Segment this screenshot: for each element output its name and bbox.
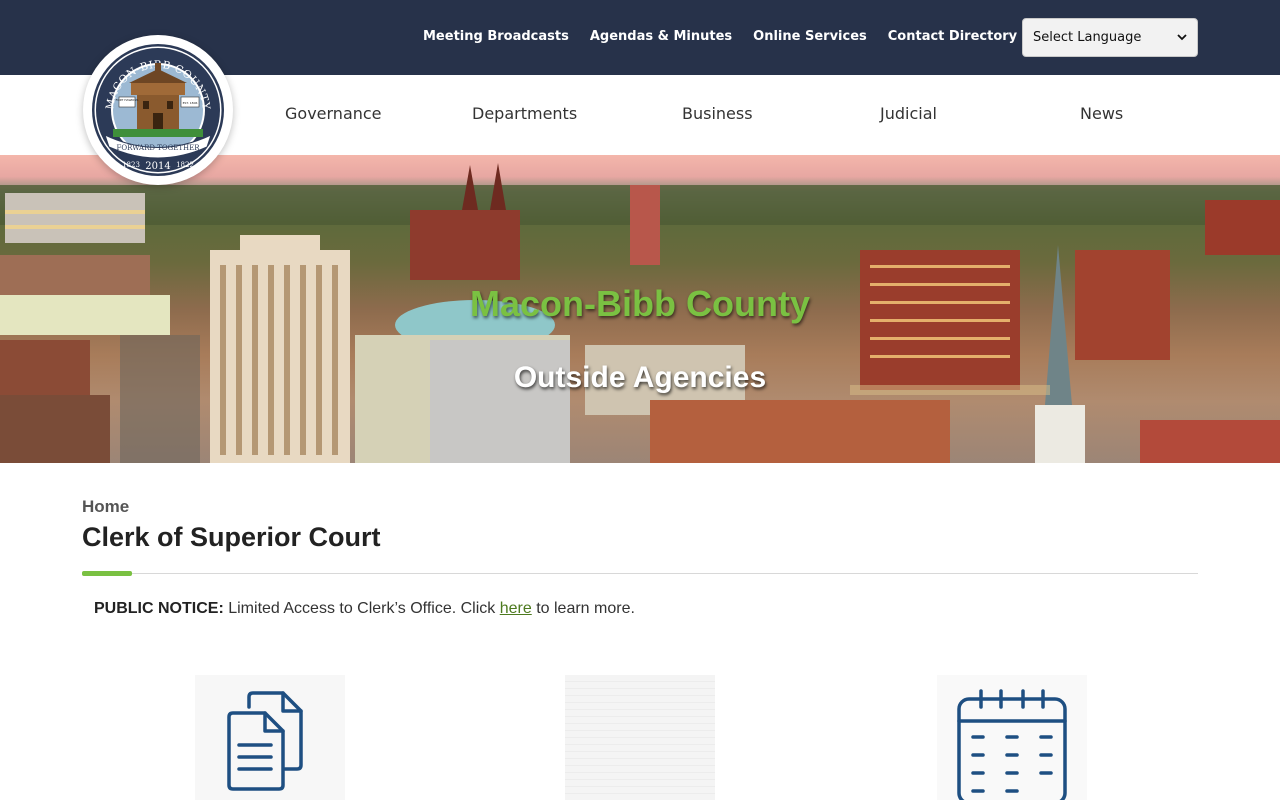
- seal-year-center: 2014: [145, 161, 170, 172]
- hero-banner: Macon-Bibb County Outside Agencies: [0, 155, 1280, 463]
- seal-sign-right: EST. 1806: [183, 101, 198, 105]
- meeting-broadcasts-link[interactable]: Meeting Broadcasts: [423, 29, 569, 44]
- hero-subtitle: Outside Agencies: [513, 361, 767, 394]
- documents-card[interactable]: [195, 675, 345, 800]
- seal-year-right: 1822: [176, 161, 194, 169]
- placeholder-image: [565, 675, 715, 800]
- utility-nav: Meeting Broadcasts Agendas & Minutes Onl…: [423, 29, 1038, 44]
- chevron-down-icon: [1177, 30, 1187, 45]
- nav-news[interactable]: News: [1080, 104, 1123, 123]
- nav-governance[interactable]: Governance: [285, 104, 382, 123]
- language-select-value: Select Language: [1033, 30, 1142, 45]
- nav-judicial[interactable]: Judicial: [880, 104, 937, 123]
- breadcrumb-home[interactable]: Home: [82, 497, 129, 517]
- seal-year-left: 1823: [122, 161, 140, 169]
- notice-here-link[interactable]: here: [500, 600, 532, 617]
- placeholder-card[interactable]: [565, 675, 715, 800]
- nav-business[interactable]: Business: [682, 104, 753, 123]
- documents-icon: [227, 691, 303, 791]
- public-notice: PUBLIC NOTICE: Limited Access to Clerk’s…: [94, 600, 635, 618]
- calendar-card[interactable]: [937, 675, 1087, 805]
- language-select[interactable]: Select Language: [1022, 18, 1198, 57]
- notice-text: Limited Access to Clerk’s Office. Click: [223, 600, 500, 617]
- notice-label: PUBLIC NOTICE:: [94, 600, 224, 617]
- hero-title: Macon-Bibb County: [470, 283, 810, 324]
- online-services-link[interactable]: Online Services: [753, 29, 867, 44]
- title-divider: [82, 573, 1198, 574]
- county-seal-logo[interactable]: MACON-BIBB COUNTY FORT HAWKINS EST. 1806…: [83, 35, 233, 185]
- notice-text-after: to learn more.: [531, 600, 635, 617]
- seal-ribbon-text: FORWARD TOGETHER: [117, 144, 201, 152]
- contact-directory-link[interactable]: Contact Directory: [888, 29, 1017, 44]
- calendar-icon: [957, 689, 1067, 805]
- title-accent-bar: [82, 571, 132, 576]
- seal-sign-left: FORT HAWKINS: [116, 98, 139, 102]
- seal-graphic: MACON-BIBB COUNTY FORT HAWKINS EST. 1806…: [92, 44, 224, 176]
- nav-departments[interactable]: Departments: [472, 104, 577, 123]
- agendas-minutes-link[interactable]: Agendas & Minutes: [590, 29, 732, 44]
- page-title: Clerk of Superior Court: [82, 522, 381, 552]
